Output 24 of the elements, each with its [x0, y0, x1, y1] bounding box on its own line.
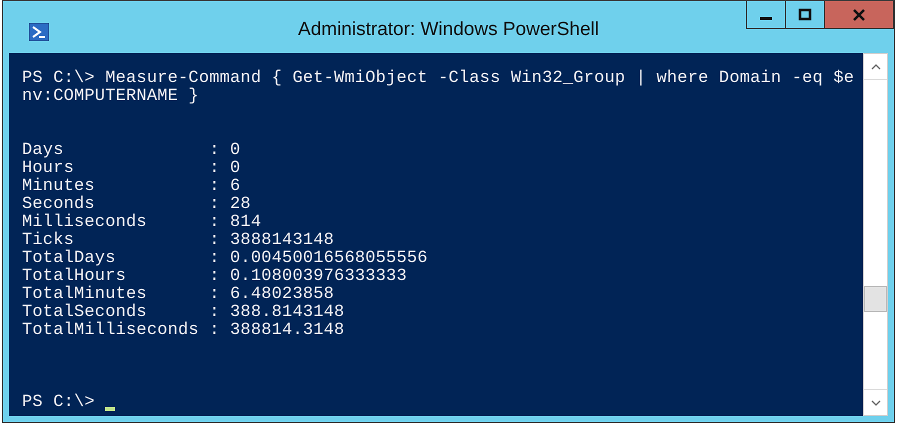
- close-button[interactable]: [824, 1, 894, 29]
- console-line: Minutes : 6: [22, 178, 242, 196]
- close-icon: [852, 8, 866, 22]
- text-cursor: [104, 407, 115, 411]
- minimize-icon: [760, 17, 772, 20]
- scrollbar-thumb[interactable]: [864, 286, 887, 312]
- window-title: Administrator: Windows PowerShell: [298, 19, 599, 41]
- console-line: Ticks : 3888143148: [22, 232, 336, 250]
- vertical-scrollbar[interactable]: [863, 53, 888, 416]
- console-line: TotalDays : 0.00450016568055556: [22, 250, 429, 268]
- console-line: Hours : 0: [22, 160, 242, 178]
- console-prompt: PS C:\>: [22, 394, 95, 412]
- minimize-button[interactable]: [746, 1, 786, 29]
- console-line: Days : 0: [22, 142, 242, 160]
- console-line: TotalHours : 0.108003976333333: [22, 268, 408, 286]
- console-line: TotalSeconds : 388.8143148: [22, 304, 346, 322]
- console-line: PS C:\> Measure-Command { Get-WmiObject -Class Win32_Group | where Domain -eq $e: [22, 70, 856, 88]
- console-line: TotalMilliseconds : 388814.3148: [22, 322, 346, 340]
- maximize-icon: [798, 8, 812, 22]
- console-line: Seconds : 28: [22, 196, 252, 214]
- powershell-icon: [29, 23, 49, 41]
- console-line: Milliseconds : 814: [22, 214, 262, 232]
- console-line: TotalMinutes : 6.48023858: [22, 286, 336, 304]
- console-line: nv:COMPUTERNAME }: [22, 88, 200, 106]
